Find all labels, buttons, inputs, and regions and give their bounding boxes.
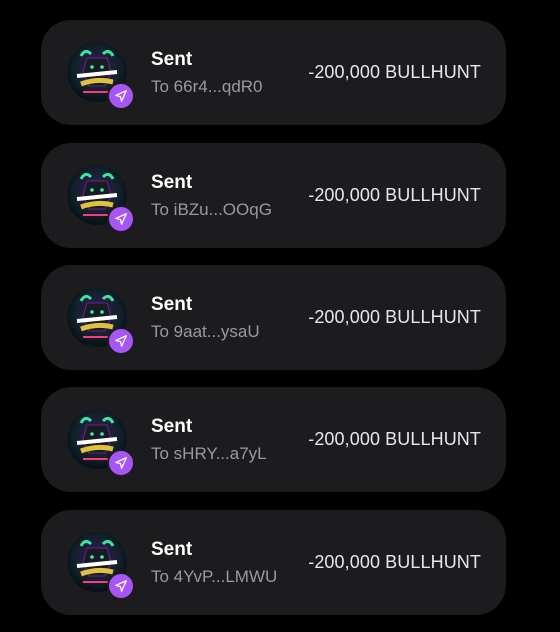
transaction-recipient: To 9aat...ysaU bbox=[151, 321, 260, 341]
transaction-title: Sent bbox=[151, 293, 193, 315]
send-arrow-icon bbox=[115, 457, 127, 469]
token-avatar bbox=[67, 531, 135, 600]
transaction-recipient: To 66r4...qdR0 bbox=[151, 77, 263, 96]
transaction-amount: -200,000 BULLHUNT bbox=[308, 62, 481, 82]
send-badge bbox=[107, 204, 135, 233]
send-badge bbox=[107, 449, 135, 477]
transaction-item[interactable]: Sent To 4YvP...LMWU -200,000 BULLHUNT bbox=[41, 509, 506, 615]
send-arrow-icon bbox=[115, 334, 127, 347]
transaction-item[interactable]: Sent To 9aat...ysaU -200,000 BULLHUNT bbox=[41, 264, 506, 370]
transaction-title: Sent bbox=[151, 416, 193, 437]
send-arrow-icon bbox=[115, 90, 127, 102]
transaction-amount: -200,000 BULLHUNT bbox=[308, 306, 481, 327]
transaction-item[interactable]: Sent To 66r4...qdR0 -200,000 BULLHUNT bbox=[41, 20, 506, 125]
token-avatar bbox=[67, 286, 135, 355]
transaction-item[interactable]: Sent To iBZu...OOqG -200,000 BULLHUNT bbox=[41, 142, 506, 248]
token-avatar bbox=[67, 164, 135, 233]
send-arrow-icon bbox=[115, 212, 127, 225]
send-badge bbox=[107, 571, 135, 600]
transaction-list: Sent To 66r4...qdR0 -200,000 BULLHUNT Se… bbox=[41, 20, 506, 632]
transaction-amount: -200,000 BULLHUNT bbox=[308, 429, 481, 449]
token-avatar bbox=[67, 42, 135, 110]
transaction-title: Sent bbox=[151, 538, 193, 560]
transaction-recipient: To 4YvP...LMWU bbox=[151, 566, 278, 586]
transaction-title: Sent bbox=[151, 171, 193, 193]
transaction-title: Sent bbox=[151, 49, 193, 70]
send-badge bbox=[107, 326, 135, 355]
send-arrow-icon bbox=[115, 579, 127, 592]
send-badge bbox=[107, 82, 135, 110]
transaction-amount: -200,000 BULLHUNT bbox=[308, 184, 481, 205]
transaction-recipient: To sHRY...a7yL bbox=[151, 444, 267, 463]
transaction-recipient: To iBZu...OOqG bbox=[151, 199, 272, 219]
transaction-amount: -200,000 BULLHUNT bbox=[308, 551, 481, 572]
transaction-item[interactable]: Sent To sHRY...a7yL -200,000 BULLHUNT bbox=[41, 387, 506, 492]
token-avatar bbox=[67, 409, 135, 477]
